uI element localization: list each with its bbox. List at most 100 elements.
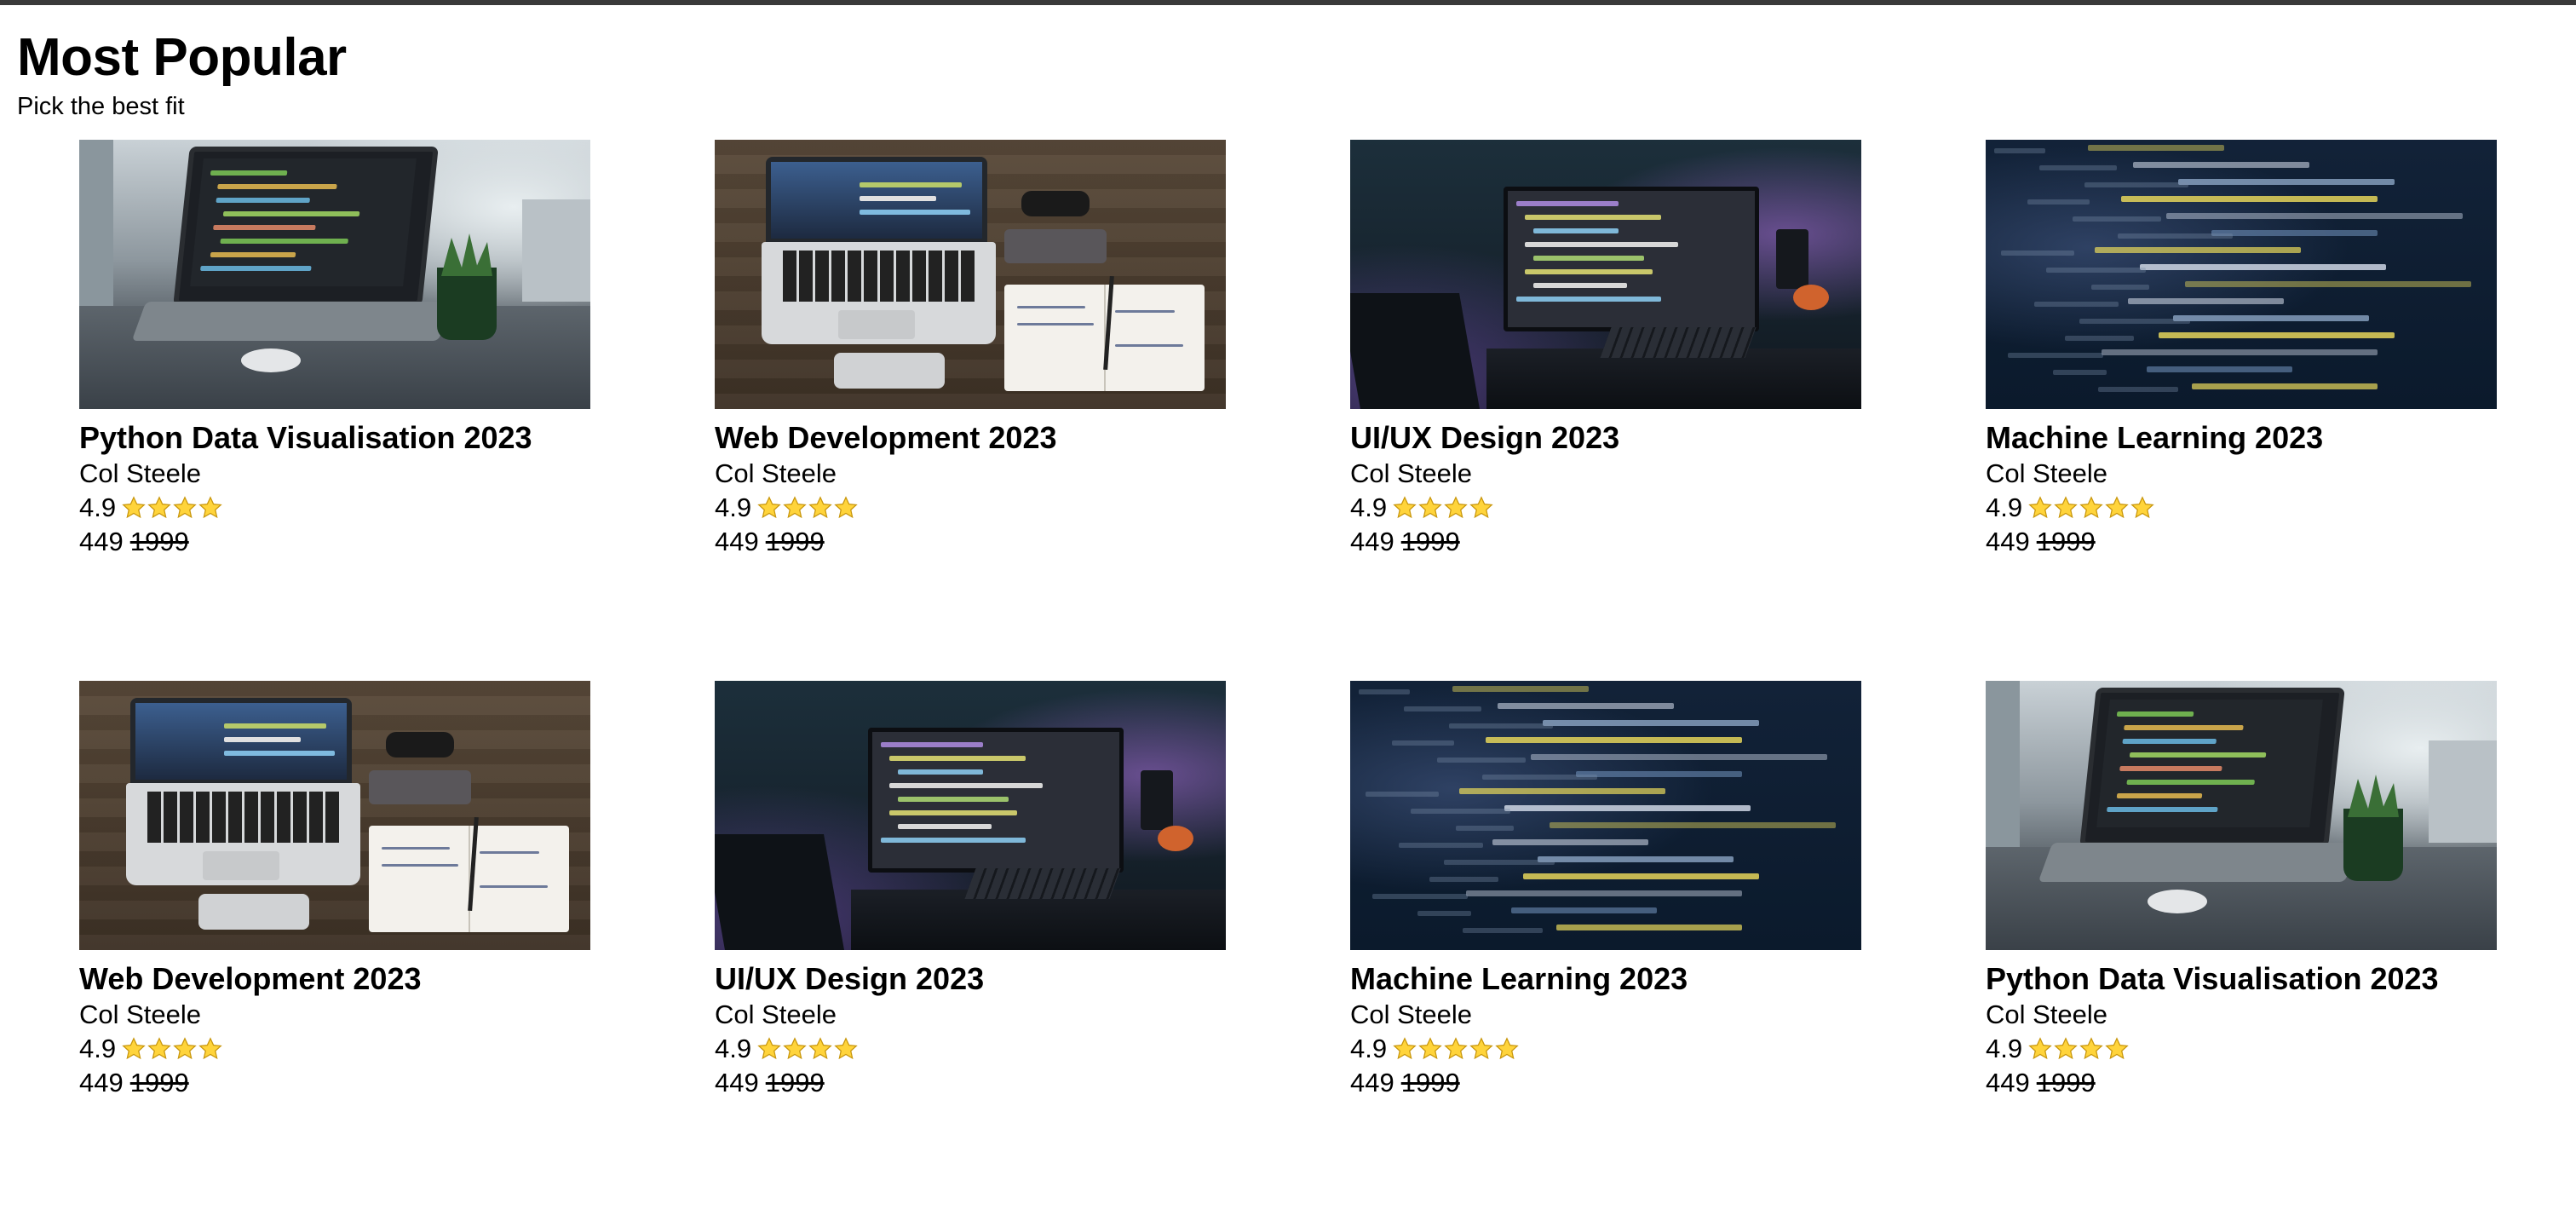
rating-stars — [756, 1036, 859, 1062]
course-card[interactable]: UI/UX Design 2023 Col Steele 4.9 449 1999 — [1350, 140, 1861, 681]
original-price: 1999 — [129, 1068, 189, 1097]
current-price: 449 — [79, 527, 124, 556]
course-rating: 4.9 — [1986, 1032, 2497, 1066]
course-title[interactable]: Python Data Visualisation 2023 — [79, 419, 590, 457]
course-card[interactable]: Machine Learning 2023 Col Steele 4.9 449 199… — [1986, 140, 2497, 681]
rating-stars — [2027, 1036, 2130, 1062]
rating-value: 4.9 — [79, 1034, 117, 1063]
course-thumbnail[interactable] — [1350, 140, 1861, 409]
course-grid: Python Data Visualisation 2023 Col Steele… — [79, 140, 2498, 1222]
star-icon — [783, 496, 807, 519]
course-title[interactable]: Web Development 2023 — [715, 419, 1226, 457]
star-icon — [757, 496, 781, 519]
course-rating: 4.9 — [79, 1032, 590, 1066]
course-rating: 4.9 — [1350, 1032, 1861, 1066]
course-price: 449 1999 — [79, 1066, 590, 1100]
star-icon — [808, 1037, 832, 1060]
course-title[interactable]: Machine Learning 2023 — [1350, 960, 1861, 998]
section-subtitle: Pick the best fit — [17, 93, 185, 120]
course-rating: 4.9 — [715, 491, 1226, 525]
star-icon — [2028, 496, 2052, 519]
course-rating: 4.9 — [1350, 491, 1861, 525]
star-icon — [2105, 1037, 2129, 1060]
current-price: 449 — [1986, 1068, 2030, 1097]
course-title[interactable]: UI/UX Design 2023 — [1350, 419, 1861, 457]
original-price: 1999 — [765, 1068, 825, 1097]
star-icon — [2054, 496, 2078, 519]
star-icon — [198, 1037, 222, 1060]
course-instructor: Col Steele — [1350, 999, 1473, 1029]
course-card[interactable]: Web Development 2023 Col Steele 4.9 449 1999 — [79, 681, 590, 1222]
rating-stars — [756, 495, 859, 521]
course-rating: 4.9 — [715, 1032, 1226, 1066]
current-price: 449 — [715, 1068, 759, 1097]
star-icon — [1418, 1037, 1442, 1060]
course-rating: 4.9 — [79, 491, 590, 525]
star-icon — [198, 496, 222, 519]
course-title[interactable]: Machine Learning 2023 — [1986, 419, 2497, 457]
current-price: 449 — [79, 1068, 124, 1097]
current-price: 449 — [715, 527, 759, 556]
star-icon — [1469, 1037, 1493, 1060]
course-thumbnail[interactable] — [79, 681, 590, 950]
course-title[interactable]: Python Data Visualisation 2023 — [1986, 960, 2497, 998]
rating-stars — [1392, 495, 1494, 521]
current-price: 449 — [1350, 1068, 1394, 1097]
rating-stars — [2027, 495, 2155, 521]
course-card[interactable]: Web Development 2023 Col Steele 4.9 449 1999 — [715, 140, 1226, 681]
course-price: 449 1999 — [1986, 525, 2497, 559]
star-icon — [1393, 1037, 1417, 1060]
star-icon — [1444, 496, 1468, 519]
course-thumbnail[interactable] — [1986, 140, 2497, 409]
course-thumbnail[interactable] — [79, 140, 590, 409]
star-icon — [147, 1037, 171, 1060]
course-instructor: Col Steele — [1986, 458, 2108, 488]
star-icon — [2054, 1037, 2078, 1060]
course-rating: 4.9 — [1986, 491, 2497, 525]
course-thumbnail[interactable] — [1986, 681, 2497, 950]
star-icon — [173, 496, 197, 519]
original-price: 1999 — [1400, 1068, 1460, 1097]
course-instructor: Col Steele — [79, 999, 202, 1029]
course-price: 449 1999 — [715, 525, 1226, 559]
rating-stars — [1392, 1036, 1520, 1062]
rating-value: 4.9 — [1986, 493, 2023, 522]
course-thumbnail[interactable] — [1350, 681, 1861, 950]
course-card[interactable]: Python Data Visualisation 2023 Col Steele… — [1986, 681, 2497, 1222]
rating-stars — [121, 495, 223, 521]
course-thumbnail[interactable] — [715, 681, 1226, 950]
original-price: 1999 — [2036, 527, 2096, 556]
star-icon — [122, 1037, 146, 1060]
course-title[interactable]: Web Development 2023 — [79, 960, 590, 998]
star-icon — [2105, 496, 2129, 519]
rating-stars — [121, 1036, 223, 1062]
course-instructor: Col Steele — [1350, 458, 1473, 488]
star-icon — [122, 496, 146, 519]
course-price: 449 1999 — [1986, 1066, 2497, 1100]
star-icon — [2028, 1037, 2052, 1060]
star-icon — [808, 496, 832, 519]
original-price: 1999 — [765, 527, 825, 556]
course-price: 449 1999 — [1350, 1066, 1861, 1100]
course-card[interactable]: UI/UX Design 2023 Col Steele 4.9 449 1999 — [715, 681, 1226, 1222]
star-icon — [2130, 496, 2154, 519]
star-icon — [1469, 496, 1493, 519]
star-icon — [834, 496, 858, 519]
course-instructor: Col Steele — [715, 999, 837, 1029]
rating-value: 4.9 — [715, 493, 752, 522]
top-border — [0, 0, 2576, 5]
course-price: 449 1999 — [1350, 525, 1861, 559]
current-price: 449 — [1986, 527, 2030, 556]
course-instructor: Col Steele — [79, 458, 202, 488]
course-thumbnail[interactable] — [715, 140, 1226, 409]
rating-value: 4.9 — [1350, 1034, 1388, 1063]
course-price: 449 1999 — [715, 1066, 1226, 1100]
star-icon — [2079, 1037, 2103, 1060]
star-icon — [1444, 1037, 1468, 1060]
original-price: 1999 — [2036, 1068, 2096, 1097]
rating-value: 4.9 — [1350, 493, 1388, 522]
course-card[interactable]: Python Data Visualisation 2023 Col Steele… — [79, 140, 590, 681]
rating-value: 4.9 — [715, 1034, 752, 1063]
course-card[interactable]: Machine Learning 2023 Col Steele 4.9 449 199… — [1350, 681, 1861, 1222]
course-title[interactable]: UI/UX Design 2023 — [715, 960, 1226, 998]
